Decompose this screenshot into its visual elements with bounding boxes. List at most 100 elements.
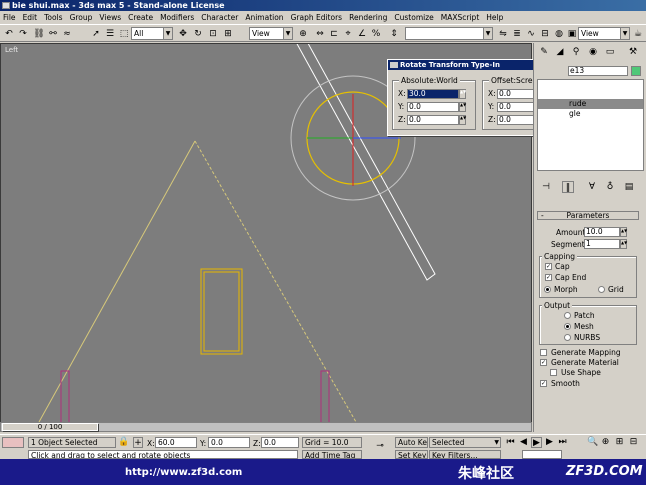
generate-mapping-checkbox[interactable] (540, 349, 547, 356)
smooth-checkbox[interactable]: ✓ (540, 380, 547, 387)
named-selection-dropdown[interactable]: ▼ (405, 27, 493, 40)
unlink-icon[interactable]: ⚯ (47, 28, 59, 40)
percent-snap-icon[interactable]: % (370, 28, 382, 40)
modifier-stack-list[interactable]: rude gle (537, 79, 644, 171)
cap-start-checkbox[interactable]: ✓ (545, 263, 552, 270)
mirror-tool-icon[interactable]: ⇋ (497, 28, 509, 40)
y-coord-field[interactable]: 0.0 (208, 437, 250, 448)
hierarchy-tab-icon[interactable]: ⚲ (570, 46, 582, 58)
menu-file[interactable]: File (3, 13, 16, 22)
stack-item[interactable]: rude (538, 99, 643, 109)
menu-create[interactable]: Create (128, 13, 153, 22)
patch-radio[interactable] (564, 312, 571, 319)
absolute-mode-icon[interactable]: + (133, 437, 143, 448)
menu-group[interactable]: Group (70, 13, 93, 22)
modify-tab-icon[interactable]: ◢ (554, 46, 566, 58)
render-type-dropdown[interactable]: View ▼ (578, 27, 630, 40)
go-to-start-icon[interactable]: ⏮ (505, 437, 516, 448)
undo-icon[interactable]: ↶ (3, 28, 15, 40)
pin-stack-icon[interactable]: ⊣ (540, 181, 552, 193)
layer-icon[interactable]: ≣ (511, 28, 523, 40)
snap-icon[interactable]: ⌖ (342, 28, 354, 40)
select-arrow-icon[interactable]: ➚ (90, 28, 102, 40)
current-frame-field[interactable] (522, 450, 562, 459)
selection-filter-dropdown[interactable]: All ▼ (131, 27, 173, 40)
key-filters-button[interactable]: Key Filters... (429, 450, 501, 459)
spinner-arrows-icon[interactable]: ▲▼ (459, 89, 466, 99)
angle-snap-icon[interactable]: ∠ (356, 28, 368, 40)
make-unique-icon[interactable]: ∀ (586, 181, 598, 193)
object-color-swatch[interactable] (631, 66, 641, 76)
menu-character[interactable]: Character (201, 13, 238, 22)
menu-graph-editors[interactable]: Graph Editors (291, 13, 343, 22)
go-to-end-icon[interactable]: ⏭ (557, 437, 568, 448)
maxscript-listener-mini[interactable] (2, 437, 24, 448)
nurbs-radio[interactable] (564, 334, 571, 341)
auto-key-button[interactable]: Auto Key (395, 437, 428, 448)
select-by-name-icon[interactable]: ☰ (104, 28, 116, 40)
add-time-tag[interactable]: Add Time Tag (302, 450, 362, 459)
zoom-all-icon[interactable]: ⊕ (600, 437, 611, 448)
grid-radio[interactable] (598, 286, 605, 293)
abs-y-field[interactable]: 0.0 ▲▼ (407, 102, 466, 112)
bind-spacewarp-icon[interactable]: ≈ (61, 28, 73, 40)
align-icon[interactable]: ⊏ (328, 28, 340, 40)
show-end-result-icon[interactable]: ‖ (562, 181, 574, 193)
select-scale-icon[interactable]: ⊡ (207, 28, 219, 40)
quick-render-icon[interactable]: ☕ (632, 28, 644, 40)
play-icon[interactable]: ▶ (531, 437, 542, 448)
z-coord-field[interactable]: 0.0 (261, 437, 299, 448)
link-icon[interactable]: ⛓ (33, 28, 45, 40)
menu-maxscript[interactable]: MAXScript (441, 13, 480, 22)
menu-rendering[interactable]: Rendering (349, 13, 387, 22)
morph-radio[interactable] (544, 286, 551, 293)
amount-spinner-icon[interactable]: ▲▼ (620, 227, 627, 237)
utilities-tab-icon[interactable]: ⚒ (627, 46, 639, 58)
zoom-extents-all-icon[interactable]: ⊟ (628, 437, 639, 448)
reference-coord-dropdown[interactable]: View ▼ (249, 27, 293, 40)
motion-tab-icon[interactable]: ◉ (587, 46, 599, 58)
zoom-icon[interactable]: 🔍 (587, 437, 598, 448)
time-slider[interactable]: 0 / 100 (0, 422, 532, 432)
select-rotate-icon[interactable]: ↻ (192, 28, 204, 40)
lock-selection-icon[interactable]: 🔒 (118, 437, 129, 448)
next-frame-icon[interactable]: ▶ (544, 437, 555, 448)
schematic-icon[interactable]: ⊟ (539, 28, 551, 40)
scale-icon[interactable]: ⊞ (222, 28, 234, 40)
zoom-extents-icon[interactable]: ⊞ (614, 437, 625, 448)
generate-material-checkbox[interactable]: ✓ (540, 359, 547, 366)
create-tab-icon[interactable]: ✎ (538, 46, 550, 58)
use-shape-checkbox[interactable] (550, 369, 557, 376)
remove-modifier-icon[interactable]: ♁ (604, 181, 616, 193)
menu-animation[interactable]: Animation (245, 13, 283, 22)
previous-frame-icon[interactable]: ◀ (518, 437, 529, 448)
render-scene-icon[interactable]: ▣ (566, 28, 578, 40)
cap-end-checkbox[interactable]: ✓ (545, 274, 552, 281)
mirror-icon[interactable]: ⇔ (314, 28, 326, 40)
abs-z-field[interactable]: 0.0 ▲▼ (407, 115, 466, 125)
spinner-snap-icon[interactable]: ⇕ (388, 28, 400, 40)
menu-edit[interactable]: Edit (23, 13, 38, 22)
pivot-icon[interactable]: ⊕ (297, 28, 309, 40)
redo-icon[interactable]: ↷ (17, 28, 29, 40)
amount-field[interactable]: 10.0 (584, 227, 620, 237)
segments-spinner-icon[interactable]: ▲▼ (620, 239, 627, 249)
region-select-icon[interactable]: ⬚ (118, 28, 130, 40)
menu-modifiers[interactable]: Modifiers (160, 13, 194, 22)
key-icon[interactable]: ⊸ (370, 441, 390, 452)
key-mode-dropdown[interactable]: Selected ▼ (429, 437, 501, 448)
menu-help[interactable]: Help (486, 13, 503, 22)
object-name-field[interactable]: e13 (568, 66, 628, 76)
configure-sets-icon[interactable]: ▤ (623, 181, 635, 193)
select-move-icon[interactable]: ✥ (177, 28, 189, 40)
set-key-button[interactable]: Set Key (395, 450, 428, 459)
material-editor-icon[interactable]: ◍ (553, 28, 565, 40)
spinner-arrows-icon[interactable]: ▲▼ (459, 102, 466, 112)
spinner-arrows-icon[interactable]: ▲▼ (459, 115, 466, 125)
parameters-rollout[interactable]: - Parameters (537, 211, 639, 220)
stack-item[interactable]: gle (538, 109, 643, 119)
menu-views[interactable]: Views (99, 13, 121, 22)
menu-tools[interactable]: Tools (44, 13, 62, 22)
mesh-radio[interactable] (564, 323, 571, 330)
segments-field[interactable]: 1 (584, 239, 620, 249)
